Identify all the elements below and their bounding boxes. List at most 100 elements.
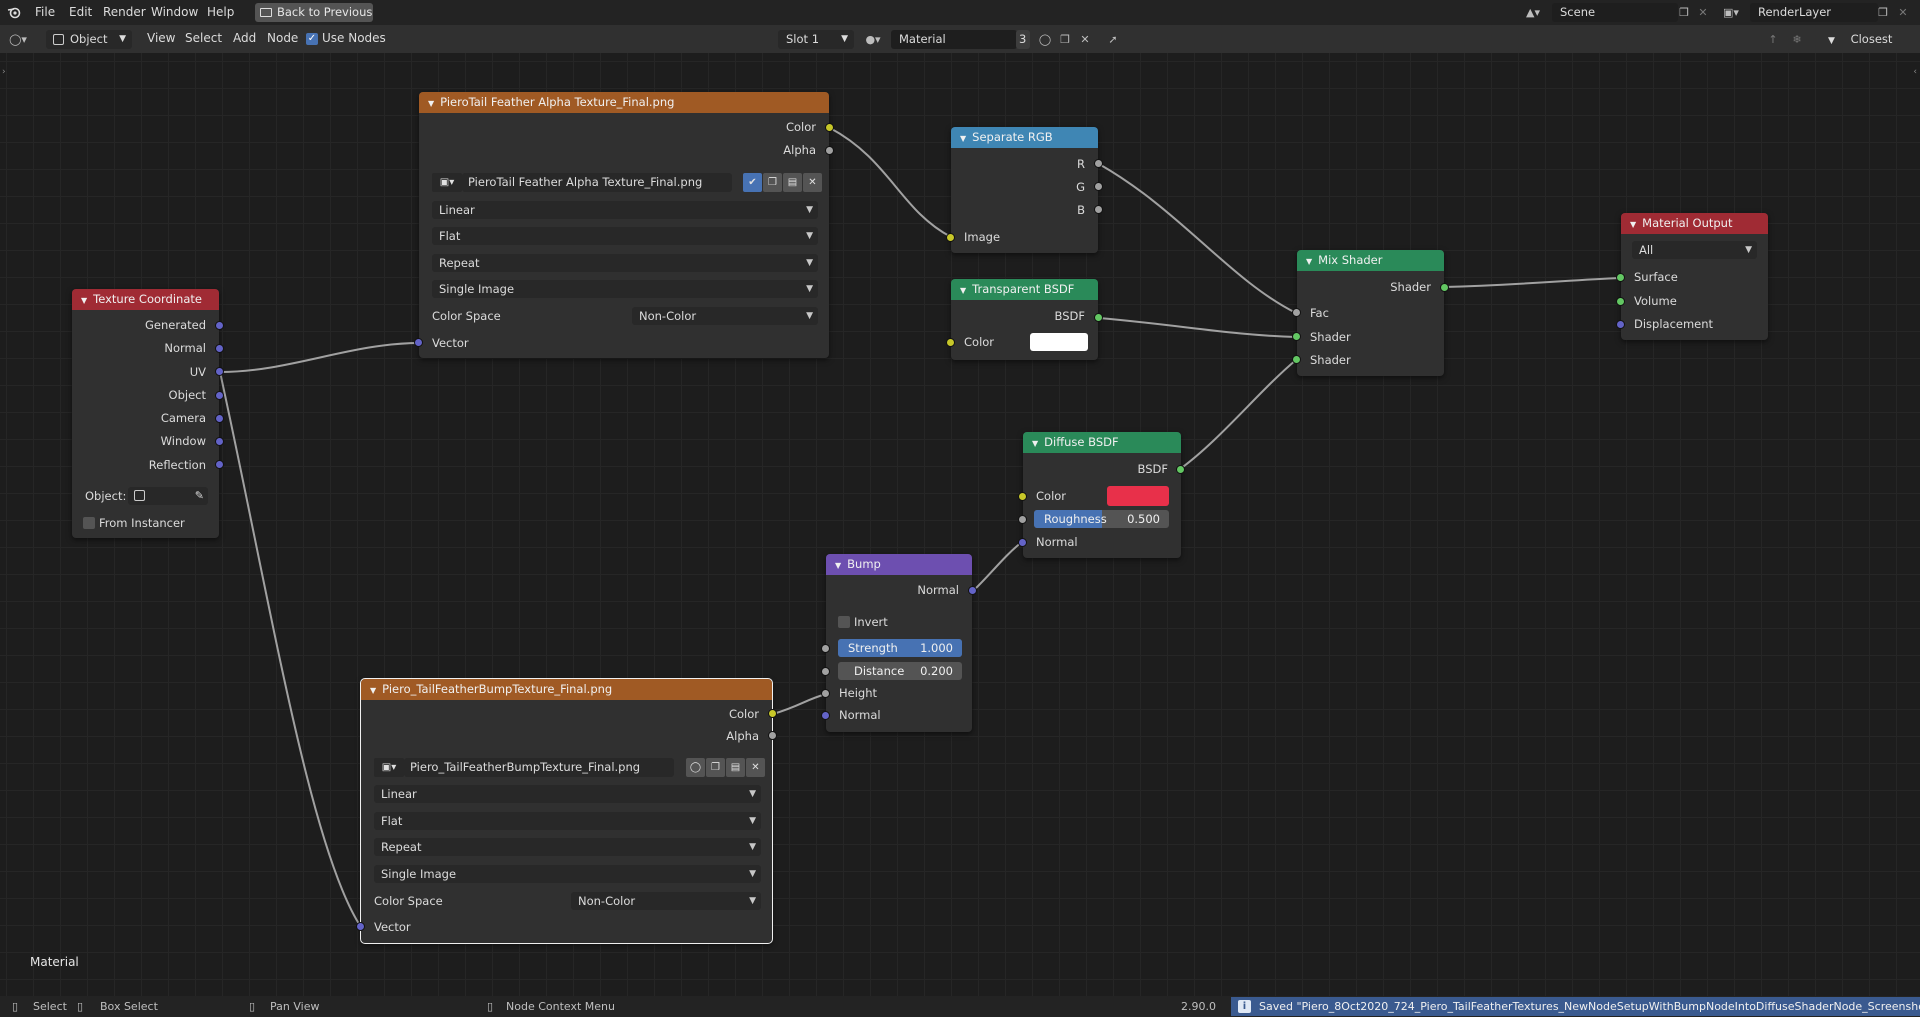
socket-color-out[interactable] xyxy=(768,709,777,718)
slot-dropdown[interactable]: Slot 1 ▼ xyxy=(778,30,854,49)
node-header[interactable]: ▼ Mix Shader xyxy=(1297,250,1444,271)
socket-r-out[interactable] xyxy=(1094,159,1103,168)
node-bump[interactable]: ▼ Bump Normal Invert Strength 1.000 Dista… xyxy=(821,554,977,732)
fake-user-shield-icon[interactable]: ◯ xyxy=(686,758,705,777)
delete-scene-icon[interactable]: ✕ xyxy=(1694,3,1712,21)
snap-mode-dropdown[interactable]: ▼ Closest xyxy=(1822,30,1914,49)
node-texture-coordinate[interactable]: ▼ Texture Coordinate Generated Normal UV … xyxy=(72,289,224,538)
new-scene-icon[interactable]: ❐ xyxy=(1675,3,1693,21)
image-browse-icon[interactable]: ▣▾ xyxy=(374,758,404,777)
node-header[interactable]: ▼ PieroTail Feather Alpha Texture_Final.p… xyxy=(419,92,829,113)
socket-image-in[interactable] xyxy=(946,233,955,242)
color-swatch[interactable] xyxy=(1030,333,1088,351)
from-instancer-checkbox[interactable] xyxy=(83,517,95,529)
material-browse-icon[interactable]: ●▾ xyxy=(864,30,882,48)
node-material-output[interactable]: ▼ Material Output All ▼ Surface Volume Dis… xyxy=(1616,213,1768,340)
socket-color-in[interactable] xyxy=(1018,492,1027,501)
report-banner[interactable]: i Saved "Piero_8Oct2020_724_Piero_TailFe… xyxy=(1231,997,1920,1016)
unlink-image-icon[interactable]: ✕ xyxy=(803,173,822,192)
collapse-triangle-icon[interactable]: ▼ xyxy=(81,296,87,305)
color-space-dropdown[interactable]: Non-Color ▼ xyxy=(632,307,818,325)
menu-window[interactable]: Window xyxy=(151,4,198,21)
node-header[interactable]: ▼ Texture Coordinate xyxy=(72,289,219,310)
target-dropdown[interactable]: All ▼ xyxy=(1632,241,1757,259)
socket-roughness-in[interactable] xyxy=(1018,515,1027,524)
invert-checkbox[interactable] xyxy=(838,616,850,628)
use-nodes-checkbox[interactable]: ✓ xyxy=(306,33,318,45)
node-transparent-bsdf[interactable]: ▼ Transparent BSDF BSDF Color xyxy=(946,279,1103,360)
collapse-triangle-icon[interactable]: ▼ xyxy=(1032,439,1038,448)
material-users-count[interactable]: 3 xyxy=(1016,30,1030,49)
collapse-triangle-icon[interactable]: ▼ xyxy=(835,561,841,570)
menu-node[interactable]: Node xyxy=(267,31,298,45)
socket-object-out[interactable] xyxy=(215,391,224,400)
socket-volume-in[interactable] xyxy=(1616,297,1625,306)
fake-user-shield-icon[interactable]: ✔ xyxy=(743,173,762,192)
blender-logo-icon[interactable] xyxy=(5,3,23,21)
menu-file[interactable]: File xyxy=(35,4,55,21)
socket-g-out[interactable] xyxy=(1094,182,1103,191)
socket-normal-in[interactable] xyxy=(821,711,830,720)
eyedropper-icon[interactable]: ✎ xyxy=(195,487,204,505)
projection-dropdown[interactable]: Flat ▼ xyxy=(432,227,818,245)
sidebar-toggle-right-icon[interactable]: ‹ xyxy=(1913,67,1917,77)
scene-icon[interactable]: ▲▾ xyxy=(1524,3,1542,21)
projection-dropdown[interactable]: Flat ▼ xyxy=(374,812,761,830)
strength-slider[interactable]: Strength 1.000 xyxy=(838,639,962,657)
unlink-image-icon[interactable]: ✕ xyxy=(746,758,765,777)
node-header[interactable]: ▼ Transparent BSDF xyxy=(951,279,1098,300)
collapse-triangle-icon[interactable]: ▼ xyxy=(1630,220,1636,229)
node-diffuse-bsdf[interactable]: ▼ Diffuse BSDF BSDF Color Roughness 0.500… xyxy=(1018,432,1185,558)
parent-node-tree-icon[interactable]: ↑ xyxy=(1764,30,1782,48)
image-name-field[interactable]: Piero_TailFeatherBumpTexture_Final.png xyxy=(404,758,674,777)
socket-distance-in[interactable] xyxy=(821,667,830,676)
render-layer-field[interactable]: RenderLayer xyxy=(1750,3,1878,22)
socket-shader-1-in[interactable] xyxy=(1292,332,1301,341)
node-header[interactable]: ▼ Bump xyxy=(826,554,972,575)
socket-camera-out[interactable] xyxy=(215,414,224,423)
collapse-triangle-icon[interactable]: ▼ xyxy=(370,686,376,695)
image-browse-icon[interactable]: ▣▾ xyxy=(432,173,462,192)
node-mix-shader[interactable]: ▼ Mix Shader Shader Fac Shader Shader xyxy=(1292,250,1449,376)
pin-icon[interactable]: ➚ xyxy=(1104,30,1122,48)
socket-alpha-out[interactable] xyxy=(825,146,834,155)
roughness-slider[interactable]: Roughness 0.500 xyxy=(1034,510,1169,528)
color-swatch[interactable] xyxy=(1107,486,1169,506)
source-dropdown[interactable]: Single Image ▼ xyxy=(374,865,761,883)
open-image-folder-icon[interactable]: ▤ xyxy=(783,173,802,192)
socket-height-in[interactable] xyxy=(821,689,830,698)
socket-generated-out[interactable] xyxy=(215,321,224,330)
sidebar-toggle-left-icon[interactable]: › xyxy=(2,67,6,77)
menu-help[interactable]: Help xyxy=(207,4,234,21)
collapse-triangle-icon[interactable]: ▼ xyxy=(428,99,434,108)
socket-reflection-out[interactable] xyxy=(215,460,224,469)
socket-window-out[interactable] xyxy=(215,437,224,446)
node-header[interactable]: ▼ Separate RGB xyxy=(951,127,1098,148)
duplicate-material-icon[interactable]: ❐ xyxy=(1056,30,1074,48)
socket-alpha-out[interactable] xyxy=(768,731,777,740)
socket-displacement-in[interactable] xyxy=(1616,320,1625,329)
node-header[interactable]: ▼ Piero_TailFeatherBumpTexture_Final.png xyxy=(361,679,772,700)
object-picker-field[interactable]: ✎ xyxy=(128,487,208,505)
duplicate-image-icon[interactable]: ❐ xyxy=(763,173,782,192)
delete-render-layer-icon[interactable]: ✕ xyxy=(1894,3,1912,21)
open-image-folder-icon[interactable]: ▤ xyxy=(726,758,745,777)
socket-strength-in[interactable] xyxy=(821,644,830,653)
socket-uv-out[interactable] xyxy=(215,367,224,376)
menu-add[interactable]: Add xyxy=(233,31,256,45)
node-header[interactable]: ▼ Diffuse BSDF xyxy=(1023,432,1181,453)
duplicate-image-icon[interactable]: ❐ xyxy=(706,758,725,777)
mode-dropdown[interactable]: Object ▼ xyxy=(46,30,132,49)
collapse-triangle-icon[interactable]: ▼ xyxy=(960,286,966,295)
node-separate-rgb[interactable]: ▼ Separate RGB R G B Image xyxy=(946,127,1103,253)
socket-vector-in[interactable] xyxy=(414,338,423,347)
socket-shader-out[interactable] xyxy=(1440,283,1449,292)
extension-dropdown[interactable]: Repeat ▼ xyxy=(374,838,761,856)
socket-normal-out[interactable] xyxy=(215,344,224,353)
menu-edit[interactable]: Edit xyxy=(69,4,92,21)
socket-normal-out[interactable] xyxy=(968,586,977,595)
collapse-triangle-icon[interactable]: ▼ xyxy=(960,134,966,143)
socket-normal-in[interactable] xyxy=(1018,538,1027,547)
socket-bsdf-out[interactable] xyxy=(1176,465,1185,474)
socket-bsdf-out[interactable] xyxy=(1094,313,1103,322)
